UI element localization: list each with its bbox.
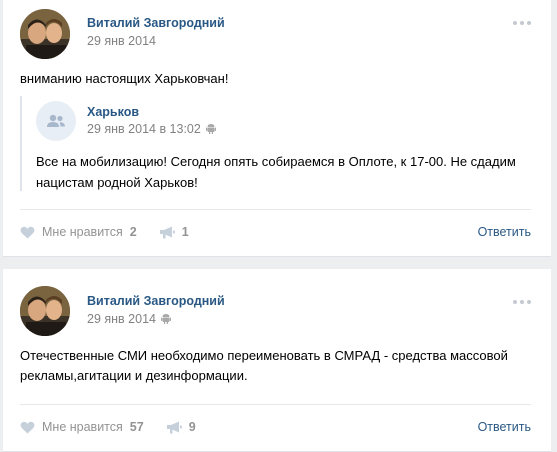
repost-divider-bar	[20, 96, 22, 191]
post-text-line: Отечественные СМИ необходимо переименова…	[20, 348, 508, 363]
share-button[interactable]: 9	[166, 420, 196, 434]
author-name[interactable]: Виталий Завгородний	[87, 294, 225, 308]
like-label: Мне нравится	[42, 420, 123, 434]
reply-button[interactable]: Ответить	[478, 225, 531, 239]
repost-date-text: 29 янв 2014 в 13:02	[87, 122, 201, 136]
more-dots-icon[interactable]	[513, 21, 531, 25]
repost-text-line: нацистам родной Харьков!	[36, 175, 198, 190]
post-actions: Мне нравится 57 9 Ответить	[20, 417, 531, 437]
share-button[interactable]: 1	[159, 225, 189, 239]
actions-divider	[20, 404, 531, 405]
author-name[interactable]: Виталий Завгородний	[87, 16, 225, 30]
megaphone-icon	[166, 421, 182, 433]
megaphone-icon	[159, 226, 175, 238]
like-label: Мне нравится	[42, 225, 123, 239]
community-icon	[47, 114, 65, 127]
share-count: 9	[188, 420, 196, 434]
repost-text: Все на мобилизацию! Сегодня опять собира…	[36, 151, 531, 193]
post-date-text: 29 янв 2014	[87, 312, 156, 326]
like-button[interactable]: Мне нравится 57	[20, 420, 144, 434]
post-actions: Мне нравится 2 1 Ответить	[20, 222, 531, 242]
more-dots-icon[interactable]	[513, 300, 531, 304]
share-count: 1	[181, 225, 189, 239]
group-avatar[interactable]	[36, 101, 76, 141]
post-text: вниманию настоящих Харьковчан!	[20, 71, 229, 86]
actions-divider	[20, 209, 531, 210]
post-card: Виталий Завгородний 29 янв 2014 Отечеств…	[3, 269, 551, 452]
repost-text-line: Все на мобилизацию! Сегодня опять собира…	[36, 154, 516, 169]
author-avatar[interactable]	[20, 9, 70, 59]
post-date[interactable]: 29 янв 2014	[87, 312, 171, 326]
repost-group-name[interactable]: Харьков	[87, 105, 139, 119]
like-button[interactable]: Мне нравится 2	[20, 225, 137, 239]
repost-date[interactable]: 29 янв 2014 в 13:02	[87, 122, 216, 136]
reply-button[interactable]: Ответить	[478, 420, 531, 434]
post-card: Виталий Завгородний 29 янв 2014 вниманию…	[3, 0, 551, 257]
author-avatar[interactable]	[20, 286, 70, 336]
heart-icon	[20, 421, 35, 434]
post-text: Отечественные СМИ необходимо переименова…	[20, 346, 531, 386]
android-icon	[205, 124, 216, 134]
like-count: 57	[129, 420, 144, 434]
like-count: 2	[129, 225, 137, 239]
heart-icon	[20, 226, 35, 239]
post-text-line: рекламы,агитации и дезинформации.	[20, 368, 248, 383]
android-icon	[160, 314, 171, 324]
post-date[interactable]: 29 янв 2014	[87, 34, 156, 48]
